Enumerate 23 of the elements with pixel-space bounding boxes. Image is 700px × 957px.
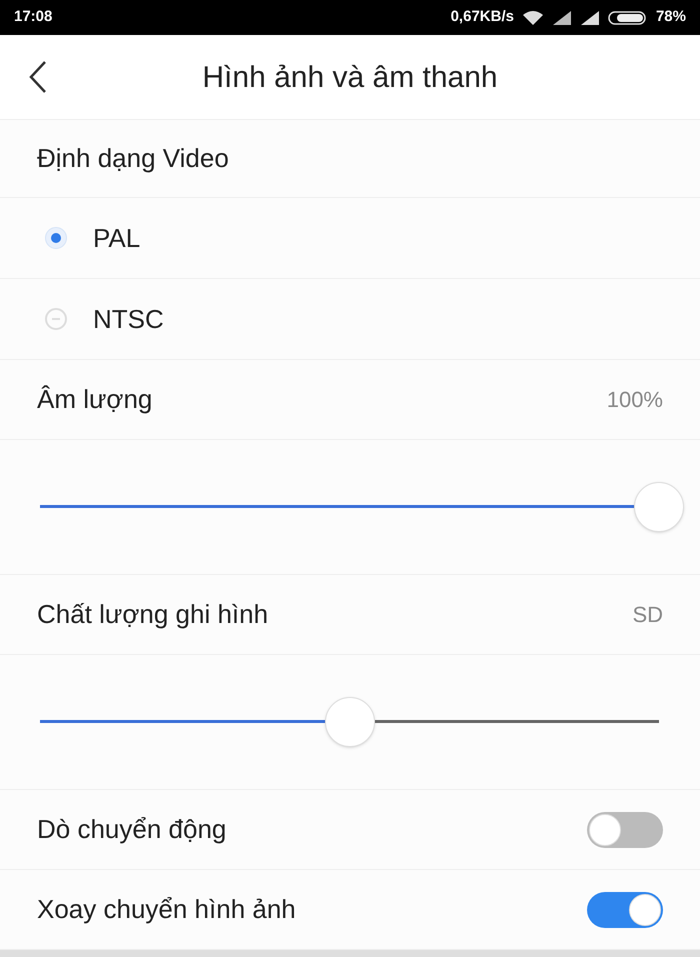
toggle-switch[interactable] [587, 812, 663, 848]
toggle-switch[interactable] [587, 892, 663, 928]
slider-thumb[interactable] [634, 482, 684, 532]
wifi-icon [522, 10, 544, 26]
setting-value: 100% [606, 386, 663, 414]
network-speed: 0,67KB/s [450, 7, 514, 28]
page-title: Hình ảnh và âm thanh [202, 60, 498, 96]
setting-label: Xoay chuyển hình ảnh [37, 893, 296, 926]
status-time: 17:08 [14, 7, 52, 28]
section-title: Định dạng Video [37, 142, 229, 175]
setting-label: Dò chuyển động [37, 813, 226, 846]
chevron-left-icon [28, 60, 48, 94]
signal-icon [552, 10, 572, 26]
setting-value: SD [632, 601, 663, 629]
battery-icon [608, 10, 648, 26]
radio-option[interactable]: PAL [45, 218, 140, 258]
setting-label: Chất lượng ghi hình [37, 598, 268, 631]
radio-option[interactable]: NTSC [45, 300, 164, 338]
slider-thumb[interactable] [324, 697, 374, 747]
setting-label: Âm lượng [37, 383, 152, 416]
signal-icon [580, 10, 600, 26]
slider[interactable] [40, 482, 684, 532]
battery-percent: 78% [656, 7, 686, 28]
